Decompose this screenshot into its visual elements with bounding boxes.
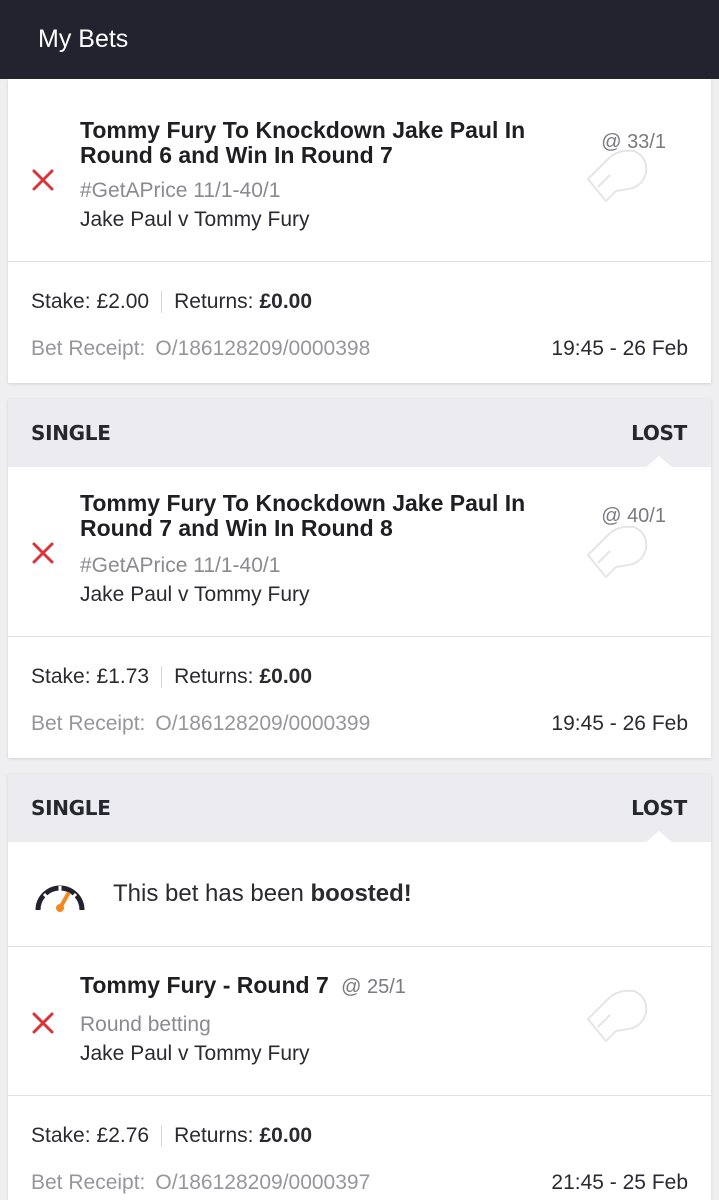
lost-x-icon (30, 167, 56, 193)
selection-odds: @ 25/1 (341, 976, 406, 998)
bet-footer: Stake: £2.76 Returns: £0.00 Bet Receipt:… (8, 1096, 711, 1200)
stake-value: £2.76 (96, 1124, 150, 1147)
divider (161, 666, 163, 688)
bet-selection: Tommy Fury To Knockdown Jake Paul In Rou… (8, 467, 711, 637)
receipt-label: Bet Receipt: (31, 337, 146, 360)
market-name: #GetAPrice 11/1-40/1 (80, 179, 281, 202)
receipt-number: O/186128209/0000399 (155, 712, 371, 735)
stake-label: Stake: (31, 290, 91, 313)
app-header: My Bets (0, 0, 719, 79)
bet-date: 19:45 - 26 Feb (551, 712, 688, 735)
selection-title-text: Tommy Fury - Round 7 (80, 972, 329, 998)
bet-type: SINGLE (31, 421, 111, 445)
stake-label: Stake: (31, 665, 91, 688)
bet-footer: Stake: £2.00 Returns: £0.00 Bet Receipt:… (8, 262, 711, 383)
returns-label: Returns: (174, 1124, 254, 1147)
bet-status: LOST (631, 421, 687, 445)
bet-card[interactable]: SINGLE LOST This bet has been boosted! T… (8, 774, 711, 1200)
event-name: Jake Paul v Tommy Fury (80, 583, 310, 606)
receipt-number: O/186128209/0000398 (155, 337, 371, 360)
page-title: My Bets (38, 25, 129, 53)
stake-row: Stake: £2.76 Returns: £0.00 (31, 1124, 312, 1148)
returns-value: £0.00 (259, 290, 313, 313)
receipt-label: Bet Receipt: (31, 712, 146, 735)
bet-footer: Stake: £1.73 Returns: £0.00 Bet Receipt:… (8, 637, 711, 758)
bet-card-header: SINGLE LOST (8, 399, 711, 468)
boxing-glove-icon (576, 505, 656, 590)
selection-title: Tommy Fury - Round 7 @ 25/1 (80, 973, 580, 1000)
bet-receipt: Bet Receipt: O/186128209/0000398 (31, 337, 370, 361)
bet-status: LOST (631, 796, 687, 820)
bet-card-header: SINGLE LOST (8, 774, 711, 843)
bet-receipt: Bet Receipt: O/186128209/0000399 (31, 712, 370, 736)
boost-message: This bet has been boosted! (113, 880, 412, 908)
bet-receipt: Bet Receipt: O/186128209/0000397 (31, 1171, 370, 1195)
returns-value: £0.00 (259, 1124, 313, 1147)
bet-selection: Tommy Fury - Round 7 @ 25/1 Round bettin… (8, 947, 711, 1096)
stake-value: £2.00 (96, 290, 150, 313)
receipt-number: O/186128209/0000397 (155, 1171, 371, 1194)
market-name: #GetAPrice 11/1-40/1 (80, 554, 281, 577)
lost-x-icon (30, 1010, 56, 1036)
event-name: Jake Paul v Tommy Fury (80, 208, 310, 231)
bet-type: SINGLE (31, 796, 111, 820)
divider (161, 1125, 163, 1147)
divider (161, 291, 163, 313)
returns-value: £0.00 (259, 665, 313, 688)
boxing-glove-icon (576, 129, 656, 214)
stake-label: Stake: (31, 1124, 91, 1147)
bet-card[interactable]: SINGLE LOST Tommy Fury To Knockdown Jake… (8, 399, 711, 758)
bet-selection: Tommy Fury To Knockdown Jake Paul In Rou… (8, 79, 711, 262)
market-name: Round betting (80, 1013, 211, 1036)
bet-card[interactable]: Tommy Fury To Knockdown Jake Paul In Rou… (8, 79, 711, 383)
receipt-label: Bet Receipt: (31, 1171, 146, 1194)
boost-banner: This bet has been boosted! (8, 842, 711, 947)
boost-word: boosted! (310, 880, 412, 907)
speedometer-icon (34, 880, 86, 919)
selection-title: Tommy Fury To Knockdown Jake Paul In Rou… (80, 117, 526, 168)
bet-date: 21:45 - 25 Feb (551, 1171, 688, 1194)
stake-value: £1.73 (96, 665, 150, 688)
returns-label: Returns: (174, 665, 254, 688)
stake-row: Stake: £1.73 Returns: £0.00 (31, 665, 312, 689)
stake-row: Stake: £2.00 Returns: £0.00 (31, 290, 312, 314)
bet-date: 19:45 - 26 Feb (551, 337, 688, 360)
boxing-glove-icon (576, 969, 656, 1054)
event-name: Jake Paul v Tommy Fury (80, 1042, 310, 1065)
lost-x-icon (30, 540, 56, 566)
boost-prefix: This bet has been (113, 880, 304, 907)
returns-label: Returns: (174, 290, 254, 313)
selection-title: Tommy Fury To Knockdown Jake Paul In Rou… (80, 490, 526, 541)
